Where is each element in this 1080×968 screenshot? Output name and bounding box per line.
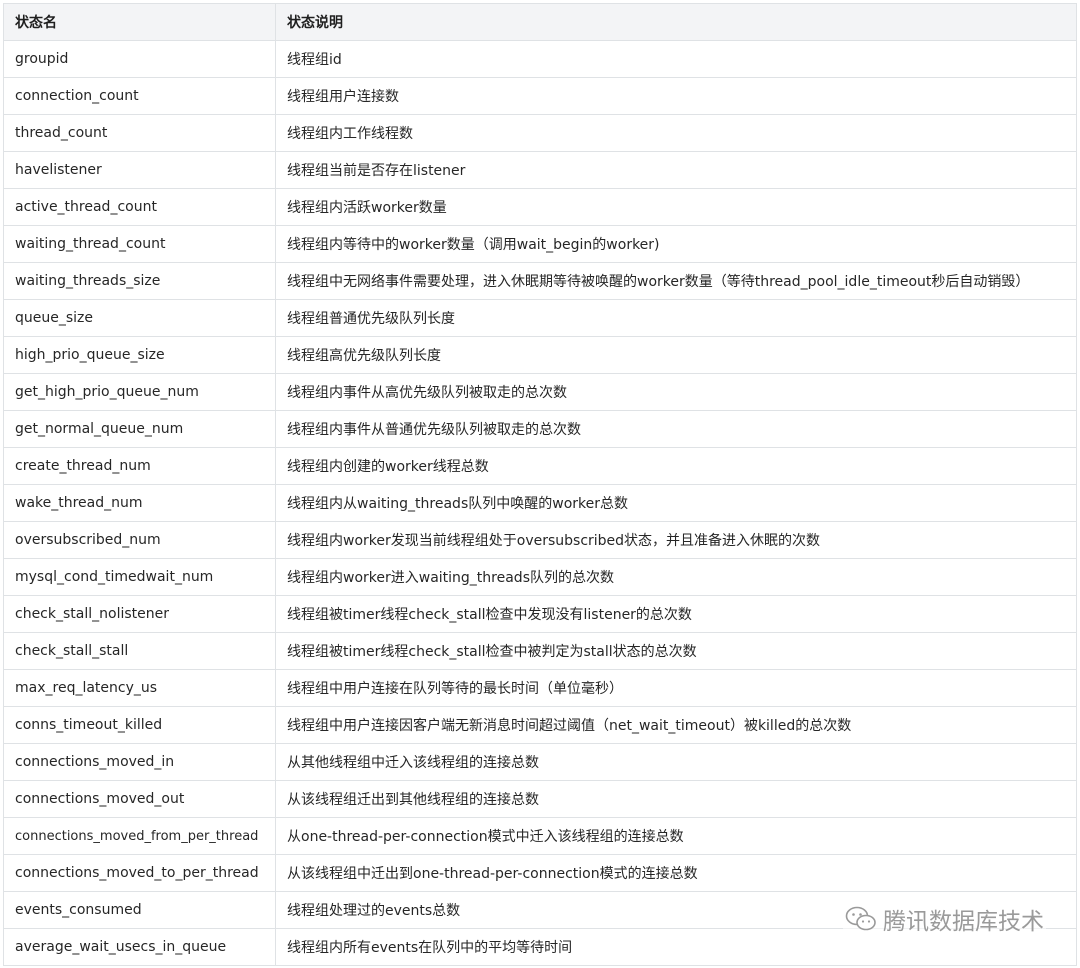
table-header-row: 状态名 状态说明 [3, 3, 1077, 41]
status-name-cell: queue_size [3, 299, 276, 337]
table-row: oversubscribed_num 线程组内worker发现当前线程组处于ove… [3, 521, 1077, 559]
status-description-cell: 线程组中用户连接因客户端无新消息时间超过阈值（net_wait_timeout）… [275, 706, 1077, 744]
table-row: connections_moved_in 从其他线程组中迁入该线程组的连接总数 [3, 743, 1077, 781]
status-description-cell: 线程组高优先级队列长度 [275, 336, 1077, 374]
status-name-cell: create_thread_num [3, 447, 276, 485]
wechat-icon [845, 906, 877, 932]
status-name-cell: oversubscribed_num [3, 521, 276, 559]
status-description-cell: 线程组用户连接数 [275, 77, 1077, 115]
table-row: mysql_cond_timedwait_num 线程组内worker进入wait… [3, 558, 1077, 596]
table-row: connection_count 线程组用户连接数 [3, 77, 1077, 115]
table-row: get_normal_queue_num 线程组内事件从普通优先级队列被取走的总次… [3, 410, 1077, 448]
table-row: create_thread_num 线程组内创建的worker线程总数 [3, 447, 1077, 485]
status-name-cell: connections_moved_to_per_thread [3, 854, 276, 892]
status-name-cell: thread_count [3, 114, 276, 152]
table-row: groupid 线程组id [3, 40, 1077, 78]
status-name-cell: wake_thread_num [3, 484, 276, 522]
status-description-cell: 从one-thread-per-connection模式中迁入该线程组的连接总数 [275, 817, 1077, 855]
status-name-cell: waiting_threads_size [3, 262, 276, 300]
status-description-cell: 线程组被timer线程check_stall检查中被判定为stall状态的总次数 [275, 632, 1077, 670]
status-name-cell: active_thread_count [3, 188, 276, 226]
watermark: 腾讯数据库技术 [843, 902, 1046, 936]
status-description-cell: 线程组内事件从普通优先级队列被取走的总次数 [275, 410, 1077, 448]
status-name-cell: connections_moved_out [3, 780, 276, 818]
status-description-cell: 线程组id [275, 40, 1077, 78]
status-description-cell: 线程组内创建的worker线程总数 [275, 447, 1077, 485]
status-description-cell: 线程组被timer线程check_stall检查中发现没有listener的总次… [275, 595, 1077, 633]
status-description-cell: 线程组内从waiting_threads队列中唤醒的worker总数 [275, 484, 1077, 522]
status-name-cell: groupid [3, 40, 276, 78]
status-name-cell: havelistener [3, 151, 276, 189]
status-name-cell: connections_moved_from_per_thread [3, 817, 276, 855]
status-name-cell: get_normal_queue_num [3, 410, 276, 448]
status-name-cell: average_wait_usecs_in_queue [3, 928, 276, 966]
status-table: 状态名 状态说明 groupid 线程组id connection_count 线程组… [3, 3, 1077, 966]
table-body: groupid 线程组id connection_count 线程组用户连接数 thre… [3, 40, 1077, 966]
status-name-cell: mysql_cond_timedwait_num [3, 558, 276, 596]
status-description-cell: 线程组内事件从高优先级队列被取走的总次数 [275, 373, 1077, 411]
status-description-cell: 线程组内等待中的worker数量（调用wait_begin的worker) [275, 225, 1077, 263]
status-name-cell: max_req_latency_us [3, 669, 276, 707]
table-row: connections_moved_from_per_thread 从one-th… [3, 817, 1077, 855]
table-row: conns_timeout_killed 线程组中用户连接因客户端无新消息时间超过… [3, 706, 1077, 744]
status-name-cell: get_high_prio_queue_num [3, 373, 276, 411]
status-description-cell: 从其他线程组中迁入该线程组的连接总数 [275, 743, 1077, 781]
status-name-cell: waiting_thread_count [3, 225, 276, 263]
table-row: thread_count 线程组内工作线程数 [3, 114, 1077, 152]
status-name-cell: check_stall_nolistener [3, 595, 276, 633]
table-row: queue_size 线程组普通优先级队列长度 [3, 299, 1077, 337]
status-description-cell: 线程组内工作线程数 [275, 114, 1077, 152]
status-name-cell: conns_timeout_killed [3, 706, 276, 744]
table-row: wake_thread_num 线程组内从waiting_threads队列中唤醒… [3, 484, 1077, 522]
status-description-cell: 线程组当前是否存在listener [275, 151, 1077, 189]
table-row: active_thread_count 线程组内活跃worker数量 [3, 188, 1077, 226]
status-description-cell: 从该线程组迁出到其他线程组的连接总数 [275, 780, 1077, 818]
status-name-cell: connections_moved_in [3, 743, 276, 781]
table-row: check_stall_nolistener 线程组被timer线程check_s… [3, 595, 1077, 633]
status-description-cell: 线程组中无网络事件需要处理，进入休眠期等待被唤醒的worker数量（等待thre… [275, 262, 1077, 300]
status-description-cell: 线程组内活跃worker数量 [275, 188, 1077, 226]
header-status-name: 状态名 [3, 3, 276, 41]
status-description-cell: 线程组普通优先级队列长度 [275, 299, 1077, 337]
status-description-cell: 线程组中用户连接在队列等待的最长时间（单位毫秒） [275, 669, 1077, 707]
status-name-cell: connection_count [3, 77, 276, 115]
status-name-cell: high_prio_queue_size [3, 336, 276, 374]
status-description-cell: 从该线程组中迁出到one-thread-per-connection模式的连接总… [275, 854, 1077, 892]
table-row: connections_moved_out 从该线程组迁出到其他线程组的连接总数 [3, 780, 1077, 818]
status-name-cell: check_stall_stall [3, 632, 276, 670]
table-row: get_high_prio_queue_num 线程组内事件从高优先级队列被取走的… [3, 373, 1077, 411]
table-row: check_stall_stall 线程组被timer线程check_stall检… [3, 632, 1077, 670]
table-row: max_req_latency_us 线程组中用户连接在队列等待的最长时间（单位毫… [3, 669, 1077, 707]
watermark-text: 腾讯数据库技术 [883, 909, 1044, 935]
status-name-cell: events_consumed [3, 891, 276, 929]
table-row: waiting_thread_count 线程组内等待中的worker数量（调用w… [3, 225, 1077, 263]
header-status-description: 状态说明 [275, 3, 1077, 41]
table-row: havelistener 线程组当前是否存在listener [3, 151, 1077, 189]
status-description-cell: 线程组内worker发现当前线程组处于oversubscribed状态，并且准备… [275, 521, 1077, 559]
status-description-cell: 线程组内worker进入waiting_threads队列的总次数 [275, 558, 1077, 596]
table-row: connections_moved_to_per_thread 从该线程组中迁出到… [3, 854, 1077, 892]
table-row: waiting_threads_size 线程组中无网络事件需要处理，进入休眠期等… [3, 262, 1077, 300]
table-row: high_prio_queue_size 线程组高优先级队列长度 [3, 336, 1077, 374]
